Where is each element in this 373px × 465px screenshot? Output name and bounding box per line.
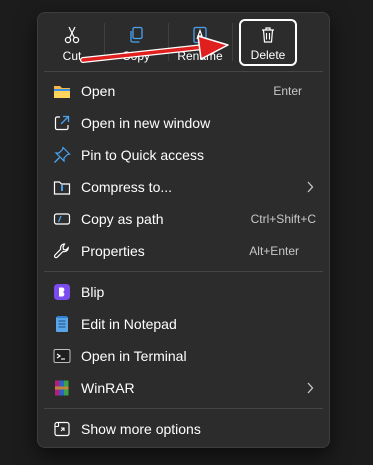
copy-path-icon bbox=[53, 213, 71, 225]
open-new-window-icon bbox=[54, 115, 70, 131]
menu-item-open[interactable]: Open Enter bbox=[38, 75, 329, 107]
menu-item-pin-quick-access[interactable]: Pin to Quick access bbox=[38, 139, 329, 171]
rename-icon bbox=[193, 26, 207, 44]
menu-divider bbox=[44, 71, 323, 72]
menu-item-copy-as-path[interactable]: Copy as path Ctrl+Shift+C bbox=[38, 203, 329, 235]
quick-action-toolbar: Cut Copy Rename Delete bbox=[38, 13, 329, 71]
menu-item-label: Show more options bbox=[81, 421, 201, 437]
copy-button[interactable]: Copy bbox=[107, 19, 165, 69]
menu-item-edit-notepad[interactable]: Edit in Notepad bbox=[38, 308, 329, 340]
menu-item-winrar[interactable]: WinRAR bbox=[38, 372, 329, 404]
folder-icon bbox=[54, 86, 70, 98]
toolbar-divider bbox=[168, 23, 169, 61]
cut-label: Cut bbox=[62, 49, 82, 63]
menu-item-label: Properties bbox=[81, 243, 145, 259]
menu-item-label: Pin to Quick access bbox=[81, 147, 204, 163]
copy-label: Copy bbox=[121, 49, 150, 63]
delete-button[interactable]: Delete bbox=[239, 19, 297, 66]
shortcut-text: Enter bbox=[273, 84, 302, 98]
copy-icon bbox=[130, 26, 143, 43]
blip-app-icon bbox=[54, 284, 70, 300]
more-options-icon bbox=[54, 421, 70, 437]
menu-item-blip[interactable]: Blip bbox=[38, 276, 329, 308]
toolbar-divider bbox=[232, 23, 233, 61]
menu-item-open-new-window[interactable]: Open in new window bbox=[38, 107, 329, 139]
menu-divider bbox=[44, 408, 323, 409]
menu-item-compress[interactable]: Compress to... bbox=[38, 171, 329, 203]
menu-item-show-more-options[interactable]: Show more options bbox=[38, 413, 329, 445]
menu-item-label: Edit in Notepad bbox=[81, 316, 177, 332]
rename-button[interactable]: Rename bbox=[171, 19, 229, 69]
winrar-icon bbox=[55, 380, 69, 396]
delete-label: Delete bbox=[250, 48, 286, 62]
chevron-right-icon bbox=[307, 382, 314, 394]
trash-icon bbox=[262, 27, 274, 43]
toolbar-divider bbox=[104, 23, 105, 61]
notepad-icon bbox=[56, 316, 68, 332]
cut-button[interactable]: Cut bbox=[43, 19, 101, 69]
shortcut-text: Alt+Enter bbox=[249, 244, 299, 258]
menu-item-label: Blip bbox=[81, 284, 105, 300]
zip-folder-icon bbox=[53, 181, 71, 195]
menu-item-label: Open in new window bbox=[81, 115, 211, 131]
context-menu: Cut Copy Rename Delete Open Enter Open i… bbox=[37, 12, 330, 448]
menu-item-label: Open in Terminal bbox=[81, 348, 187, 364]
chevron-right-icon bbox=[307, 181, 314, 193]
terminal-icon bbox=[53, 349, 71, 363]
menu-item-label: WinRAR bbox=[81, 380, 135, 396]
rename-label: Rename bbox=[177, 49, 223, 63]
menu-divider bbox=[44, 271, 323, 272]
pin-icon bbox=[54, 146, 71, 163]
menu-item-properties[interactable]: Properties Alt+Enter bbox=[38, 235, 329, 267]
menu-item-label: Copy as path bbox=[81, 211, 164, 227]
shortcut-text: Ctrl+Shift+C bbox=[250, 212, 316, 226]
menu-item-open-terminal[interactable]: Open in Terminal bbox=[38, 340, 329, 372]
scissors-icon bbox=[64, 26, 80, 44]
wrench-icon bbox=[53, 243, 69, 259]
menu-item-label: Compress to... bbox=[81, 179, 173, 195]
menu-item-label: Open bbox=[81, 83, 116, 99]
